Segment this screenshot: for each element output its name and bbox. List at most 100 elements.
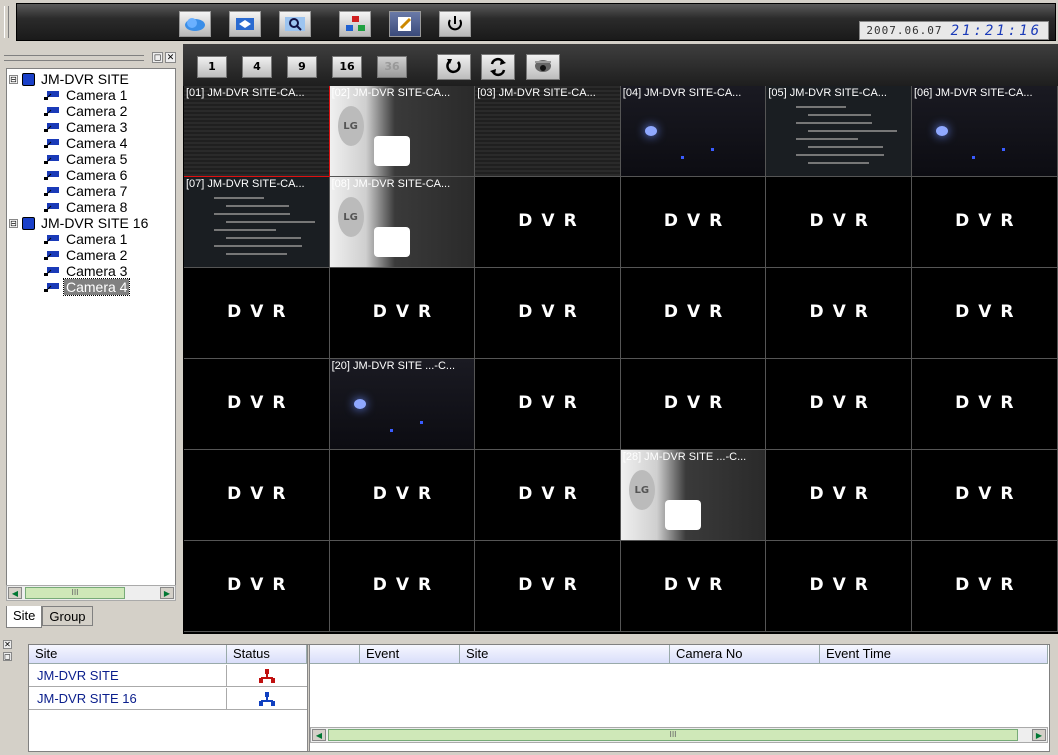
event-time-column-header[interactable]: Event Time	[820, 645, 1048, 664]
empty-view-cell[interactable]: DVR	[184, 450, 330, 541]
camera-icon	[44, 203, 59, 212]
empty-view-cell[interactable]: DVR	[184, 359, 330, 450]
event-site-column-header[interactable]: Site	[460, 645, 670, 664]
layout-1-button[interactable]: 1	[197, 56, 227, 78]
empty-view-cell[interactable]: DVR	[766, 541, 912, 632]
empty-view-cell[interactable]: DVR	[184, 541, 330, 632]
tree-camera-item[interactable]: Camera 3	[43, 263, 129, 279]
layout-36-button[interactable]: 36	[377, 56, 407, 78]
event-column-header[interactable]: Event	[360, 645, 460, 664]
date-text: 2007.06.07	[866, 24, 943, 37]
tab-site[interactable]: Site	[6, 606, 43, 628]
video-feed: LG	[329, 86, 475, 176]
camera-view-cell[interactable]: [06] JM-DVR SITE-CA...	[911, 86, 1058, 177]
camera-icon	[44, 107, 59, 116]
empty-view-cell[interactable]: DVR	[329, 268, 476, 359]
tree-site-0[interactable]: ⊟ JM-DVR SITE	[9, 71, 131, 87]
status-column-header[interactable]: Status	[227, 645, 307, 664]
empty-view-cell[interactable]: DVR	[911, 177, 1058, 268]
site-row[interactable]: JM-DVR SITE	[29, 665, 307, 687]
empty-view-cell[interactable]: DVR	[184, 268, 330, 359]
site-column-header[interactable]: Site	[29, 645, 227, 664]
empty-view-cell[interactable]: DVR	[329, 450, 476, 541]
layout-9-button[interactable]: 9	[287, 56, 317, 78]
tree-camera-item[interactable]: Camera 7	[43, 183, 129, 199]
collapse-icon[interactable]: ⊟	[9, 74, 18, 84]
site-row[interactable]: JM-DVR SITE 16	[29, 688, 307, 710]
scroll-right-icon[interactable]: ▶	[160, 587, 174, 599]
toolbar-grip[interactable]	[4, 6, 9, 38]
video-text-line	[214, 229, 276, 231]
tree-camera-item[interactable]: Camera 4	[43, 278, 131, 296]
camera-view-cell[interactable]: [07] JM-DVR SITE-CA...	[184, 177, 330, 268]
empty-view-cell[interactable]: DVR	[329, 541, 476, 632]
camera-view-cell[interactable]: [03] JM-DVR SITE-CA...	[475, 86, 621, 177]
tree-camera-item[interactable]: Camera 3	[43, 119, 129, 135]
empty-view-cell[interactable]: DVR	[475, 541, 621, 632]
camera-view-cell[interactable]: [05] JM-DVR SITE-CA...	[766, 86, 912, 177]
swap-button[interactable]	[481, 54, 515, 80]
scroll-thumb[interactable]: III	[25, 587, 125, 599]
camera-view-cell[interactable]: [20] JM-DVR SITE ...-C...	[329, 359, 476, 450]
close-icon[interactable]: ✕	[165, 52, 176, 63]
scroll-left-icon[interactable]: ◀	[312, 729, 326, 741]
panel-grip[interactable]	[4, 55, 144, 61]
dome-camera-button[interactable]	[526, 54, 560, 80]
empty-view-cell[interactable]: DVR	[911, 359, 1058, 450]
empty-view-cell[interactable]: DVR	[766, 177, 912, 268]
setup-button[interactable]	[229, 11, 261, 37]
restore-icon[interactable]: ◻	[3, 652, 12, 661]
empty-view-cell[interactable]: DVR	[475, 359, 621, 450]
layout-16-button[interactable]: 16	[332, 56, 362, 78]
camera-view-cell[interactable]: [04] JM-DVR SITE-CA...	[620, 86, 767, 177]
scroll-left-icon[interactable]: ◀	[8, 587, 22, 599]
edit-button[interactable]	[389, 11, 421, 37]
power-button[interactable]	[439, 11, 471, 37]
network-button[interactable]	[339, 11, 371, 37]
tree-horizontal-scrollbar[interactable]: ◀ III ▶	[6, 585, 176, 601]
connect-button[interactable]	[179, 11, 211, 37]
dvr-placeholder: DVR	[227, 484, 295, 504]
event-icon-column-header[interactable]	[310, 645, 360, 664]
tree-camera-item[interactable]: Camera 2	[43, 103, 129, 119]
empty-view-cell[interactable]: DVR	[475, 268, 621, 359]
empty-view-cell[interactable]: DVR	[620, 268, 767, 359]
tab-group[interactable]: Group	[42, 606, 93, 626]
tree-camera-item[interactable]: Camera 2	[43, 247, 129, 263]
tree-site-1[interactable]: ⊟ JM-DVR SITE 16	[9, 215, 150, 231]
camera-view-cell[interactable]: LG [02] JM-DVR SITE-CA...	[329, 86, 476, 177]
empty-view-cell[interactable]: DVR	[911, 450, 1058, 541]
close-icon[interactable]: ✕	[3, 640, 12, 649]
tree-camera-item[interactable]: Camera 1	[43, 87, 129, 103]
camera-no-column-header[interactable]: Camera No	[670, 645, 820, 664]
event-horizontal-scrollbar[interactable]: ◀ III ▶	[310, 727, 1048, 743]
tree-camera-item[interactable]: Camera 4	[43, 135, 129, 151]
site-status-header: Site Status	[29, 645, 307, 664]
tree-camera-item[interactable]: Camera 5	[43, 151, 129, 167]
tree-camera-item[interactable]: Camera 1	[43, 231, 129, 247]
dvr-site-icon	[22, 72, 35, 86]
empty-view-cell[interactable]: DVR	[620, 541, 767, 632]
video-text-line	[226, 221, 315, 223]
tree-camera-item[interactable]: Camera 8	[43, 199, 129, 215]
camera-view-cell[interactable]: [01] JM-DVR SITE-CA...	[184, 86, 330, 177]
empty-view-cell[interactable]: DVR	[911, 541, 1058, 632]
restore-icon[interactable]: ◻	[152, 52, 163, 63]
layout-4-button[interactable]: 4	[242, 56, 272, 78]
empty-view-cell[interactable]: DVR	[911, 268, 1058, 359]
empty-view-cell[interactable]: DVR	[766, 359, 912, 450]
collapse-icon[interactable]: ⊟	[9, 218, 18, 228]
empty-view-cell[interactable]: DVR	[620, 359, 767, 450]
search-button[interactable]	[279, 11, 311, 37]
scroll-right-icon[interactable]: ▶	[1032, 729, 1046, 741]
camera-view-cell[interactable]: LG [08] JM-DVR SITE-CA...	[329, 177, 476, 268]
tree-camera-item[interactable]: Camera 6	[43, 167, 129, 183]
empty-view-cell[interactable]: DVR	[475, 450, 621, 541]
scroll-thumb[interactable]: III	[328, 729, 1018, 741]
empty-view-cell[interactable]: DVR	[620, 177, 767, 268]
empty-view-cell[interactable]: DVR	[475, 177, 621, 268]
camera-view-cell[interactable]: LG [28] JM-DVR SITE ...-C...	[620, 450, 767, 541]
refresh-button[interactable]	[437, 54, 471, 80]
empty-view-cell[interactable]: DVR	[766, 450, 912, 541]
empty-view-cell[interactable]: DVR	[766, 268, 912, 359]
